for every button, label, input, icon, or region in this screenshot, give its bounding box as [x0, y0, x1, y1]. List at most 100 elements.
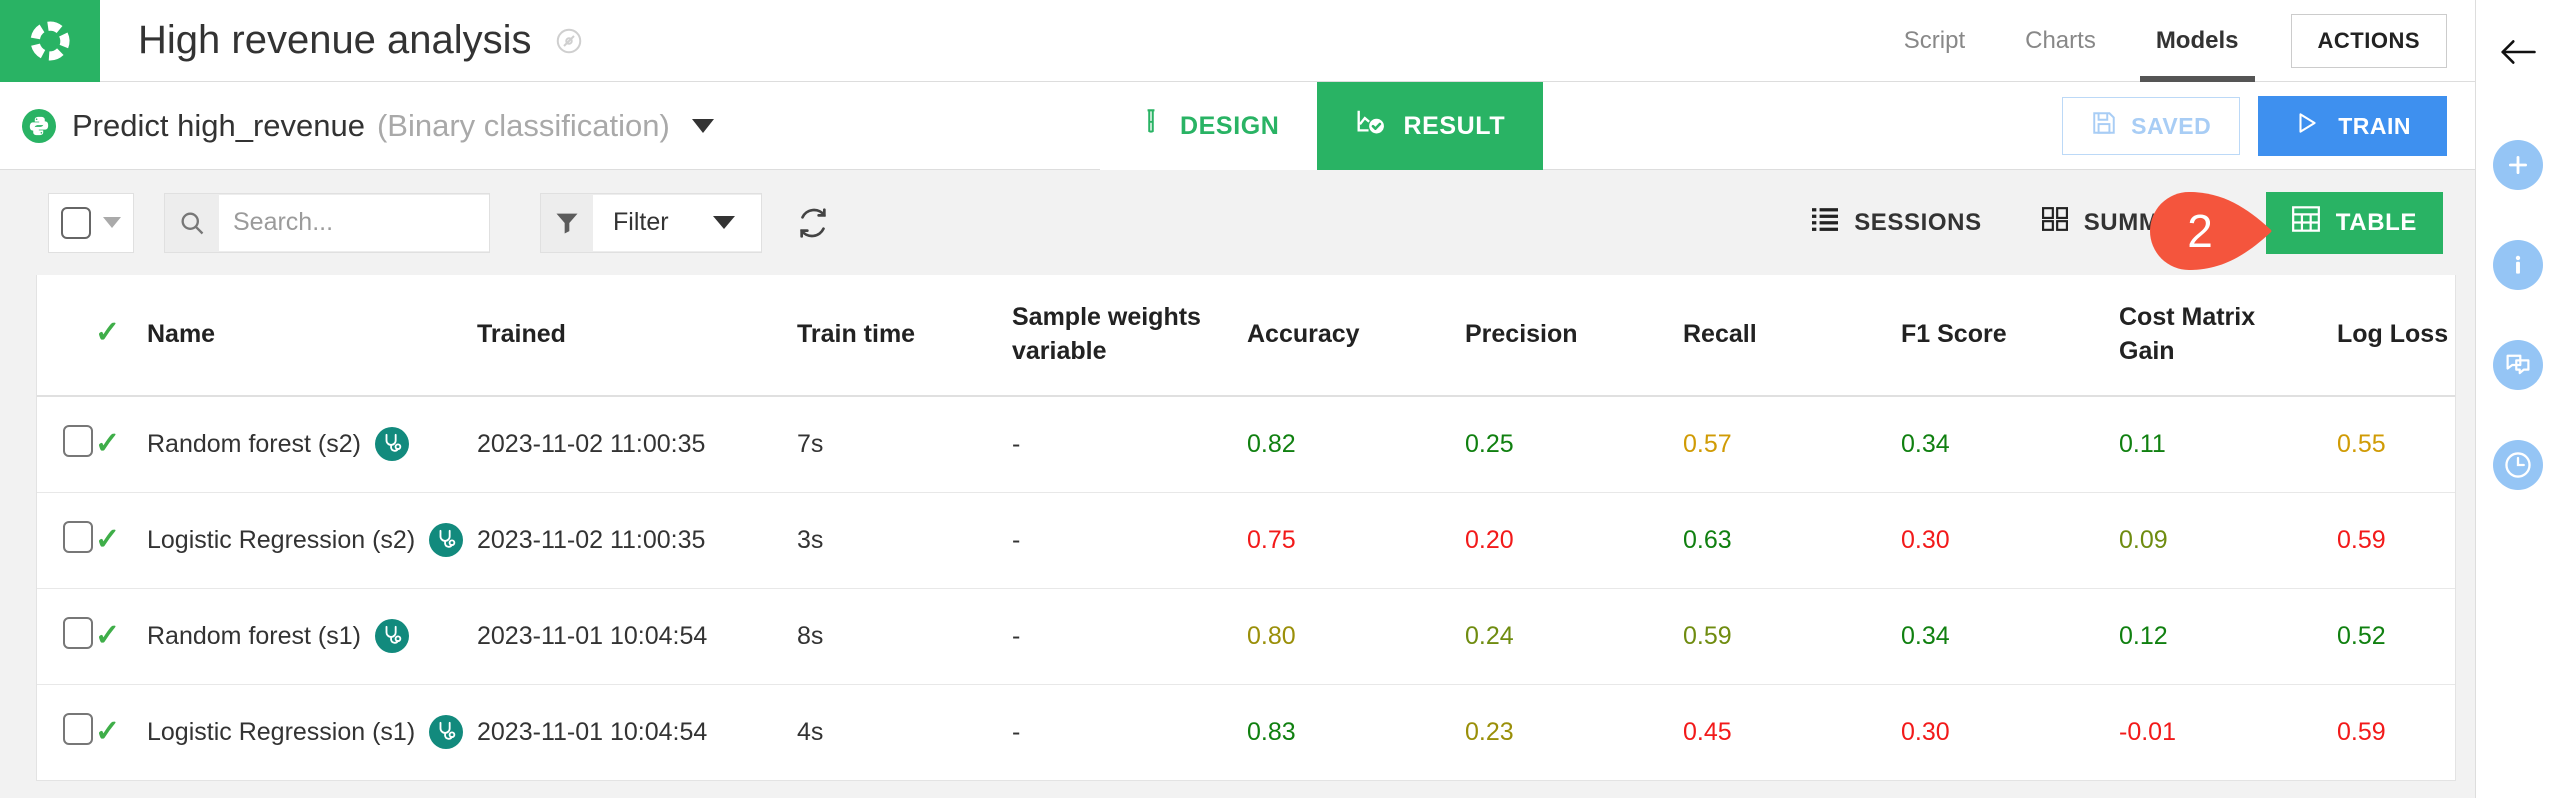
view-mode-summaries[interactable]: SUMMARIES — [2012, 192, 2266, 254]
cell-name[interactable]: Random forest (s2) — [147, 395, 477, 493]
recipe-action-buttons: SAVED TRAIN — [2062, 82, 2447, 170]
cell-log-loss: 0.55 — [2337, 395, 2455, 493]
checkbox-icon[interactable] — [63, 520, 93, 553]
cell-log-loss: 0.59 — [2337, 492, 2455, 589]
stethoscope-icon[interactable] — [374, 619, 409, 653]
table-row[interactable]: ✓ Random forest (s2) 2023-11-02 11:00:35… — [37, 395, 2455, 493]
cell-sample-weights-variable: - — [1012, 588, 1247, 685]
tab-script[interactable]: Script — [1874, 0, 1995, 82]
stethoscope-icon[interactable] — [374, 427, 409, 461]
checkbox-icon[interactable] — [63, 712, 93, 745]
row-status-cell: ✓ — [95, 492, 147, 589]
column-header-log-loss[interactable]: Log Loss — [2337, 275, 2455, 397]
view-mode-summaries-label: SUMMARIES — [2083, 208, 2236, 236]
save-button[interactable]: SAVED — [2062, 97, 2241, 155]
checkbox-icon[interactable] — [63, 616, 93, 649]
cell-recall: 0.57 — [1683, 395, 1901, 493]
checkbox-icon[interactable] — [61, 206, 91, 239]
actions-button[interactable]: ACTIONS — [2290, 13, 2447, 68]
train-button-label: TRAIN — [2338, 112, 2411, 139]
header-checkbox-cell — [37, 275, 95, 397]
history-clock-icon[interactable] — [2493, 440, 2543, 490]
models-table-card: ✓ Name Trained Train time Sample weights… — [36, 275, 2456, 781]
model-name-label: Logistic Regression (s1) — [147, 717, 416, 746]
cell-name[interactable]: Logistic Regression (s2) — [147, 492, 477, 589]
row-checkbox-cell[interactable] — [37, 492, 95, 589]
cell-trained: 2023-11-01 10:04:54 — [477, 588, 797, 685]
column-header-f1-score[interactable]: F1 Score — [1901, 275, 2119, 397]
cell-f1-score: 0.30 — [1901, 492, 2119, 589]
models-table-body: ✓ Random forest (s2) 2023-11-02 11:00:35… — [37, 395, 2455, 780]
row-checkbox-cell[interactable] — [37, 395, 95, 493]
search-box — [164, 192, 490, 253]
column-header-train-time[interactable]: Train time — [797, 275, 1012, 397]
cell-recall: 0.45 — [1683, 717, 1732, 746]
row-status-cell: ✓ — [95, 395, 147, 493]
recipe-task-type: (Binary classification) — [376, 107, 670, 143]
cell-name[interactable]: Logistic Regression (s1) — [147, 684, 477, 780]
view-mode-sessions-label: SESSIONS — [1854, 208, 1982, 236]
column-header-sample-weights-variable[interactable]: Sample weights variable — [1012, 275, 1247, 397]
test-tube-icon — [1138, 108, 1164, 145]
column-header-cost-matrix-gain[interactable]: Cost Matrix Gain — [2119, 275, 2337, 397]
cell-precision: 0.23 — [1465, 717, 1514, 746]
tab-charts[interactable]: Charts — [1995, 0, 2126, 82]
refresh-icon[interactable] — [796, 206, 830, 240]
caret-down-icon[interactable] — [712, 216, 735, 229]
cell-f1-score: 0.34 — [1901, 395, 2119, 493]
row-checkbox-cell[interactable] — [37, 588, 95, 685]
row-status-cell: ✓ — [95, 588, 147, 685]
list-icon — [1812, 207, 1839, 238]
select-all-control[interactable] — [48, 192, 134, 253]
cell-sample-weights-variable: - — [1012, 395, 1247, 493]
column-header-name[interactable]: Name — [147, 275, 477, 397]
floppy-disk-icon — [2091, 110, 2117, 142]
cell-cost-matrix-gain: -0.01 — [2119, 717, 2176, 746]
filter-control[interactable]: Filter — [540, 192, 762, 253]
cell-recall: 0.63 — [1683, 492, 1901, 589]
check-icon: ✓ — [95, 315, 121, 349]
chart-check-icon — [1355, 108, 1387, 145]
cell-sample-weights-variable: - — [1012, 492, 1247, 589]
tab-design-label: DESIGN — [1180, 111, 1280, 140]
chat-icon[interactable] — [2493, 340, 2543, 390]
arrow-left-icon[interactable] — [2488, 22, 2548, 82]
column-header-precision[interactable]: Precision — [1465, 275, 1683, 397]
column-header-recall[interactable]: Recall — [1683, 275, 1901, 397]
info-icon[interactable] — [2493, 240, 2543, 290]
cell-cost-matrix-gain: 0.11 — [2119, 395, 2337, 493]
column-header-trained[interactable]: Trained — [477, 275, 797, 397]
stethoscope-icon[interactable] — [429, 715, 464, 749]
tab-design[interactable]: DESIGN — [1100, 82, 1318, 170]
check-icon: ✓ — [95, 426, 121, 460]
stethoscope-icon[interactable] — [429, 523, 464, 557]
cell-precision: 0.24 — [1465, 588, 1683, 685]
search-input[interactable] — [219, 194, 489, 251]
recipe-name: Predict high_revenue — [72, 107, 365, 143]
tab-result[interactable]: RESULT — [1317, 82, 1544, 170]
row-checkbox-cell[interactable] — [37, 684, 95, 780]
cell-precision: 0.20 — [1465, 492, 1683, 589]
chevron-down-icon[interactable] — [691, 118, 714, 133]
train-button[interactable]: TRAIN — [2258, 96, 2447, 156]
column-header-accuracy[interactable]: Accuracy — [1247, 275, 1465, 397]
table-row[interactable]: ✓ Logistic Regression (s2) 2023-11-02 11… — [37, 492, 2455, 589]
table-row[interactable]: ✓ Logistic Regression (s1) 2023-11-01 10… — [37, 684, 2455, 780]
view-mode-sessions[interactable]: SESSIONS — [1782, 192, 2012, 254]
tab-models[interactable]: Models — [2126, 0, 2269, 82]
cell-train-time: 7s — [797, 395, 1012, 493]
caret-down-icon[interactable] — [103, 217, 121, 228]
design-result-tabs: DESIGN RESULT — [1100, 82, 1544, 170]
cell-f1-score: 0.30 — [1901, 717, 1950, 746]
funnel-icon — [541, 209, 593, 237]
checkbox-icon[interactable] — [63, 424, 93, 457]
cell-accuracy: 0.82 — [1247, 395, 1465, 493]
dataiku-logo-icon[interactable] — [0, 0, 100, 82]
plus-icon[interactable] — [2493, 140, 2543, 190]
model-name-label: Random forest (s1) — [147, 621, 361, 650]
no-share-icon — [554, 26, 584, 56]
model-name-label: Random forest (s2) — [147, 429, 361, 458]
table-row[interactable]: ✓ Random forest (s1) 2023-11-01 10:04:54… — [37, 588, 2455, 685]
view-mode-table[interactable]: TABLE — [2265, 191, 2443, 254]
cell-name[interactable]: Random forest (s1) — [147, 588, 477, 685]
